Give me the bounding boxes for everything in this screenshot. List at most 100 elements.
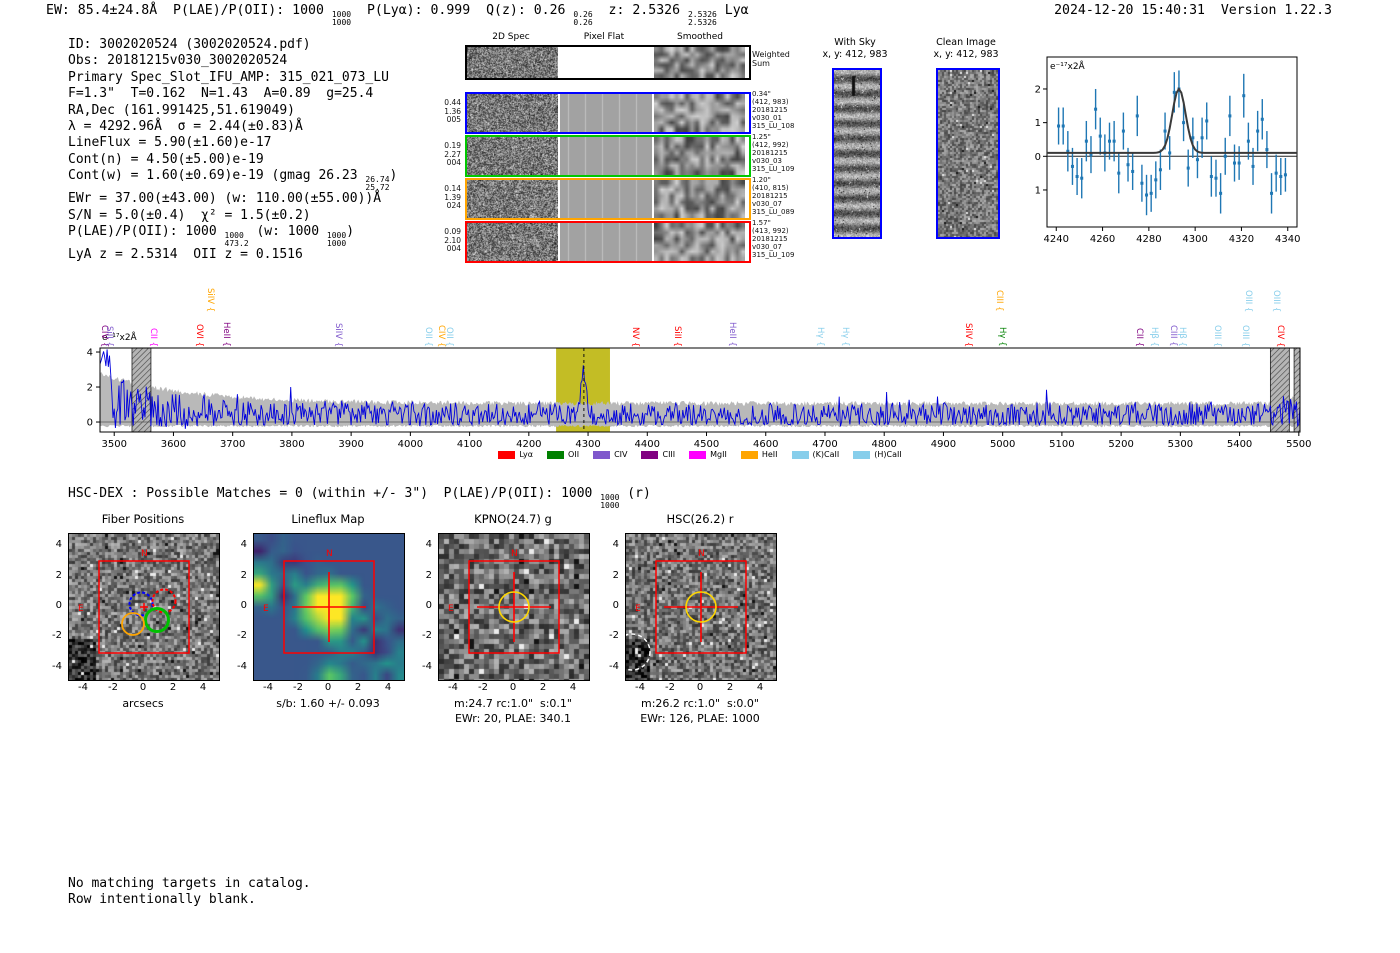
x-tick-label: 4400 <box>635 439 660 450</box>
x-tick-label: 3800 <box>279 439 304 450</box>
panel-overlay: NE <box>263 549 375 654</box>
pixel-flat-image <box>560 137 652 175</box>
x-tick-label: 3700 <box>220 439 245 450</box>
panel-x-tick-label: 4 <box>199 682 207 693</box>
emission-line-label: CIII { <box>994 290 1004 312</box>
emission-line-label: SiII { <box>104 326 114 347</box>
panel-overlay: NE <box>78 549 190 654</box>
panel-x-tick-label: 2 <box>354 682 362 693</box>
legend-item: (H)CaII <box>853 450 902 459</box>
fraction-bottom: 1000 <box>326 238 347 248</box>
emission-line-label: Hγ { <box>815 327 825 347</box>
emission-line-label: OIII { <box>1240 324 1250 347</box>
panel-y-tick-label: -2 <box>237 630 247 642</box>
header-summary: EW: 85.4±24.8Å P(LAE)/P(OII): 1000 1000 1… <box>46 3 749 26</box>
footer-notes: No matching targets in catalog. Row inte… <box>68 876 311 908</box>
emission-line-label: SiII { <box>672 326 682 347</box>
emission-line-label: HeII { <box>727 322 737 347</box>
panel-x-tick-label: 0 <box>139 682 147 693</box>
data-point <box>1145 193 1149 197</box>
text-segment: Obs: 20181215v030_3002020524 <box>68 53 288 69</box>
fraction-bottom: 0.26 <box>573 17 593 27</box>
panel-x-tick-label: 2 <box>539 682 547 693</box>
x-tick-label: 4260 <box>1090 234 1115 245</box>
y-tick-label: 2 <box>87 383 93 394</box>
legend-item: OII <box>547 450 579 459</box>
panel-caption-2: EWr: 126, PLAE: 1000 <box>640 712 760 725</box>
legend-item: Lyα <box>498 450 533 459</box>
info-line-6: λ = 4292.96Å σ = 2.44(±0.83)Å <box>68 119 397 135</box>
stacked-fraction: 2.5326 2.5326 <box>688 11 717 26</box>
panel-title: Lineflux Map <box>291 512 365 526</box>
data-point <box>1205 119 1209 123</box>
x-tick-label: 4300 <box>575 439 600 450</box>
panel-y-tick-label: -2 <box>422 630 432 642</box>
panel-x-tick-label: -2 <box>665 682 675 693</box>
spec2d-noise-image <box>467 180 558 218</box>
y-tick-label: 2 <box>1035 84 1041 95</box>
x-tick-label: 4100 <box>457 439 482 450</box>
legend-item: CIV <box>593 450 627 459</box>
emission-line-label: OIII { <box>1243 289 1253 312</box>
legend-swatch <box>689 450 707 459</box>
unit-label: e⁻¹⁷x2Å <box>1050 60 1086 72</box>
info-line-7: LineFlux = 5.90(±1.60)e-17 <box>68 135 397 151</box>
panel-y-tick-label: -2 <box>609 630 619 642</box>
panel-overlay: NE <box>626 549 747 671</box>
fiber-row-left-label: 0.09 2.10 004 <box>444 227 461 254</box>
pixel-flat-image <box>560 223 652 261</box>
panel-x-tick-label: 0 <box>324 682 332 693</box>
legend-label: CIII <box>662 450 676 459</box>
x-tick-label: 4900 <box>931 439 956 450</box>
info-line-12: P(LAE)/P(OII): 1000 1000 473.2 (w: 1000 1… <box>68 224 397 247</box>
info-line-9: Cont(w) = 1.60(±0.69)e-19 (gmag 26.23 26… <box>68 168 397 191</box>
line-fit-plot: 4240 4260 4280 4300 4320 4340 2 1 0 -1 e⁻¹⁷x2Å <box>1031 48 1310 250</box>
footer-line-1: No matching targets in catalog. <box>68 876 311 891</box>
emission-line-label: OIII { <box>1271 289 1281 312</box>
data-point <box>1149 191 1153 195</box>
header-timestamp-version: 2024-12-20 15:40:31 Version 1.22.3 <box>1054 3 1332 18</box>
clean-image-header: Clean Image x, y: 412, 983 <box>933 37 999 60</box>
data-point <box>1112 139 1116 143</box>
legend-item: CIII <box>641 450 675 459</box>
info-line-8: Cont(n) = 4.50(±5.00)e-19 <box>68 152 397 168</box>
fraction-bottom: 1000 <box>600 500 620 510</box>
data-point <box>1242 94 1246 98</box>
panel-x-tick-label: -4 <box>263 682 273 693</box>
spectrum-svg: 3500 3600 3700 3800 3900 4000 4100 4200 4300 4400… <box>87 347 1312 450</box>
data-point <box>1214 176 1218 180</box>
panel-image-frame: NE <box>253 533 405 681</box>
data-point <box>1126 163 1130 167</box>
x-tick-label: 4000 <box>398 439 423 450</box>
info-line-3: Primary Spec_Slot_IFU_AMP: 315_021_073_L… <box>68 70 397 86</box>
emission-line-label: CII { <box>148 327 158 347</box>
line-fit-svg: 4240 4260 4280 4300 4320 4340 2 1 0 -1 e⁻¹⁷x2Å <box>1031 56 1300 245</box>
smoothed-image <box>654 47 745 78</box>
panel-y-tick-label: -2 <box>52 630 62 642</box>
panel-y-tick-label: 2 <box>612 569 619 581</box>
detection-info-block: ID: 3002020524 (3002020524.pdf) Obs: 2018… <box>68 37 397 264</box>
compass-e-label: E <box>78 604 84 614</box>
emission-line-label: CII { <box>1134 327 1144 347</box>
panel-x-tick-label: -4 <box>78 682 88 693</box>
fiber-row-right-label: 1.20" (410, 815) 20181215 v030_07 315_LU… <box>752 176 795 216</box>
text-segment: z: 2.5326 <box>592 3 688 18</box>
fiber-row-right-label: 1.57" (413, 992) 20181215 v030_07 315_LU… <box>752 219 795 259</box>
spec2d-row-strip <box>465 178 751 220</box>
legend-label: Lyα <box>519 450 534 459</box>
smoothed-image <box>654 223 745 261</box>
panel-title: HSC(26.2) r <box>666 512 734 526</box>
fiber-row-right-label: 0.34" (412, 983) 20181215 v030_01 315_LU… <box>752 90 795 130</box>
text-segment: (r) <box>619 486 651 501</box>
stacked-fraction: 1000 1000 <box>332 11 351 26</box>
data-point <box>1274 171 1278 175</box>
data-point <box>1117 171 1121 175</box>
x-tick-label: 5500 <box>1286 439 1311 450</box>
clean-image-image <box>938 70 998 237</box>
x-tick-label: 3900 <box>338 439 363 450</box>
x-tick-label: 5100 <box>1049 439 1074 450</box>
pixel-flat-image <box>560 94 652 132</box>
text-segment: HSC-DEX : Possible Matches = 0 (within +… <box>68 486 601 501</box>
catalog-object-ellipse <box>626 633 651 671</box>
legend-item: MgII <box>689 450 727 459</box>
